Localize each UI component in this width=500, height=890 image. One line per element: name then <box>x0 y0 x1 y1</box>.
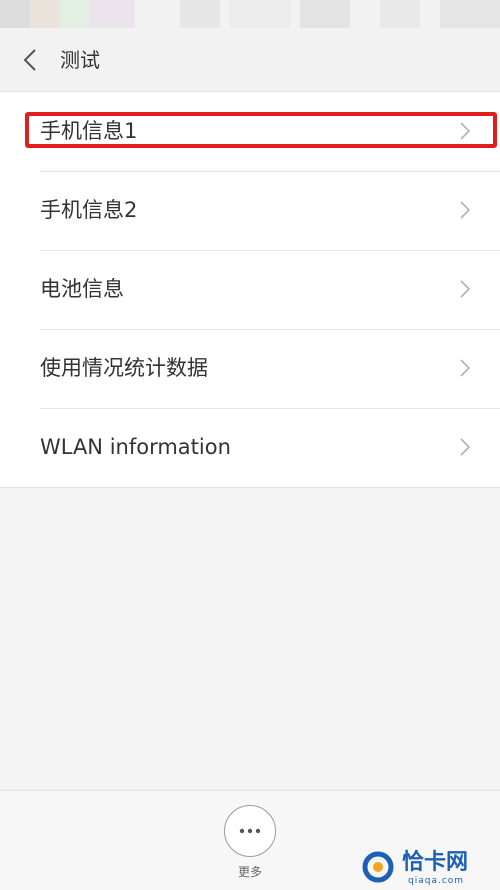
watermark-subtext: qiaqa.com <box>408 876 465 886</box>
title-bar: 测试 <box>0 28 500 92</box>
more-label: 更多 <box>237 865 262 879</box>
chevron-right-icon <box>460 122 471 140</box>
list-item-phone-info-1[interactable]: 手机信息1 <box>0 92 500 171</box>
list-item-label: 电池信息 <box>40 277 124 301</box>
more-button[interactable] <box>224 805 276 857</box>
settings-list: 手机信息1 手机信息2 电池信息 使用情况统计数据 WLAN informati… <box>0 92 500 488</box>
page-title: 测试 <box>60 48 100 72</box>
chevron-right-icon <box>460 359 471 377</box>
list-item-label: 使用情况统计数据 <box>40 356 208 380</box>
back-button[interactable] <box>12 42 48 78</box>
chevron-right-icon <box>460 438 471 456</box>
list-item-phone-info-2[interactable]: 手机信息2 <box>0 171 500 250</box>
watermark-logo-icon <box>362 851 394 883</box>
chevron-left-icon <box>23 49 36 71</box>
status-bar <box>0 0 500 28</box>
watermark: 恰卡网 qiaqa.com <box>360 848 496 888</box>
list-item-label: WLAN information <box>40 435 231 459</box>
watermark-text: 恰卡网 <box>402 850 469 875</box>
list-item-usage-stats[interactable]: 使用情况统计数据 <box>0 329 500 408</box>
list-item-label: 手机信息1 <box>40 119 138 143</box>
list-item-battery-info[interactable]: 电池信息 <box>0 250 500 329</box>
more-dots-icon <box>239 828 261 834</box>
list-item-wlan-info[interactable]: WLAN information <box>0 408 500 487</box>
list-item-label: 手机信息2 <box>40 198 138 222</box>
chevron-right-icon <box>460 201 471 219</box>
chevron-right-icon <box>460 280 471 298</box>
